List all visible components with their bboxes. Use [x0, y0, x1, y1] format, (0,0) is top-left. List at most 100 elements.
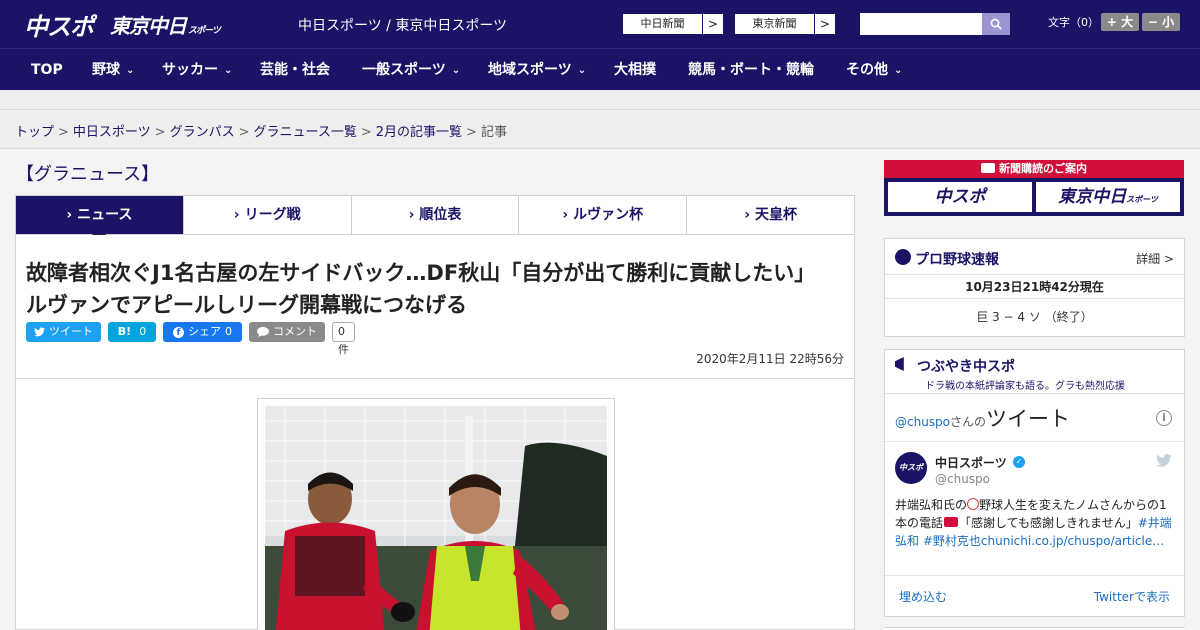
tsubuyaki-subtitle: ドラ戦の本紙評論家も語る。グラも熱烈応援	[925, 381, 1125, 392]
chevron-down-icon: ⌄	[224, 65, 233, 76]
article-card: 故障者相次ぐJ1名古屋の左サイドバック…DF秋山「自分が出て勝利に貢献したい」ル…	[15, 235, 855, 630]
nav-item-others[interactable]: その他 ⌄	[846, 49, 902, 91]
tweet-widget-footer: 埋め込む Twitterで表示	[885, 576, 1184, 616]
chevron-right-icon: >	[707, 17, 719, 31]
tokyo-logo-small: スポーツ	[188, 26, 221, 36]
baseball-emoji-icon	[967, 498, 980, 510]
nav-item-entertainment[interactable]: 芸能・社会	[260, 49, 330, 91]
breadcrumb-link[interactable]: 2月の記事一覧	[376, 125, 462, 140]
tweet-account-handle[interactable]: @chuspo	[935, 472, 990, 486]
search-button[interactable]	[982, 13, 1010, 35]
tweet-item[interactable]: 中スポ 中日スポーツ ✓ @chuspo 井端弘和氏の 野球人生を変えたノムさんか…	[885, 442, 1184, 576]
baseball-icon	[895, 249, 911, 265]
nav-label: その他	[846, 62, 888, 78]
breadcrumb-link[interactable]: トップ	[15, 125, 54, 140]
breadcrumb-separator: >	[154, 125, 166, 140]
twitter-bird-icon	[1156, 454, 1172, 467]
chevron-down-icon: ⌄	[894, 65, 903, 76]
breadcrumb-link[interactable]: グランパス	[170, 125, 235, 140]
nav-item-soccer[interactable]: サッカー ⌄	[162, 49, 232, 91]
tab-label: ルヴァン杯	[573, 207, 644, 223]
tweet-text-part: 井端弘和氏の	[895, 498, 968, 512]
chuspo-logo[interactable]: 中スポ	[24, 6, 94, 42]
tweet-account-name[interactable]: 中日スポーツ	[935, 454, 1007, 471]
tweet-link[interactable]: chunichi.co.jp/chuspo/article…	[981, 534, 1164, 548]
subscribe-tokyo-button[interactable]: 東京中日スポーツ	[1036, 182, 1180, 212]
breadcrumb-separator: >	[58, 125, 69, 140]
section-title: 【グラニュース】	[16, 164, 160, 185]
comment-label: コメント	[273, 325, 317, 338]
tab-levain-cup[interactable]: › ルヴァン杯	[519, 196, 688, 234]
tsubuyaki-header: つぶやき中スポ ドラ戦の本紙評論家も語る。グラも熱烈応援	[885, 350, 1184, 394]
chevron-down-icon: ⌄	[577, 65, 587, 76]
verified-icon: ✓	[1013, 456, 1025, 468]
timeline-handle[interactable]: @chuspo	[895, 415, 950, 429]
nav-label: 一般スポーツ	[362, 62, 446, 78]
ext-link-label: 東京新聞	[735, 14, 815, 34]
tweet-label: ツイート	[49, 325, 93, 338]
site-links[interactable]: 中日スポーツ / 東京中日スポーツ	[298, 15, 507, 35]
nav-label: TOP	[31, 62, 63, 78]
info-icon[interactable]: i	[1156, 410, 1172, 426]
chunichi-shimbun-link[interactable]: 中日新聞 >	[622, 13, 724, 35]
hatena-count: 0	[139, 325, 147, 338]
nav-item-baseball[interactable]: 野球 ⌄	[92, 49, 134, 91]
tab-league[interactable]: › リーグ戦	[184, 196, 352, 234]
embed-link[interactable]: 埋め込む	[899, 588, 947, 605]
tweet-text-part: 「感謝しても感謝しきれません」	[959, 516, 1138, 530]
timeline-tweet-word: ツイート	[986, 407, 1071, 431]
timeline-handle-suffix: さんの	[950, 415, 987, 429]
search-input[interactable]	[860, 13, 982, 35]
tokyo-shimbun-link[interactable]: 東京新聞 >	[734, 13, 836, 35]
chevron-right-icon: ›	[744, 207, 750, 223]
chevron-right-icon: ›	[66, 207, 73, 223]
breadcrumb-separator: >	[238, 125, 250, 140]
speech-bubble-icon	[257, 327, 269, 337]
chevron-right-icon: ›	[562, 207, 569, 223]
tweet-button[interactable]: ツイート	[26, 322, 101, 342]
nav-item-local-sports[interactable]: 地域スポーツ ⌄	[488, 49, 586, 91]
nav-label: 競馬・ボート・競輪	[688, 62, 814, 78]
nav-item-sumo[interactable]: 大相撲	[614, 49, 656, 91]
tab-news[interactable]: › ニュース	[16, 196, 184, 241]
baseball-score[interactable]: 巨 3 − 4 ソ （終了）	[885, 299, 1184, 335]
newspaper-icon	[981, 163, 995, 173]
baseball-card-title: プロ野球速報	[915, 252, 999, 268]
comment-button[interactable]: コメント	[249, 322, 325, 342]
view-on-twitter-link[interactable]: Twitterで表示	[1094, 588, 1170, 605]
article-photo-frame	[257, 398, 615, 630]
facebook-share-button[interactable]: f シェア 0	[163, 322, 242, 342]
nav-item-general-sports[interactable]: 一般スポーツ ⌄	[362, 49, 460, 91]
breadcrumb-link[interactable]: グラニュース一覧	[254, 125, 357, 140]
tab-standings[interactable]: › 順位表	[352, 196, 520, 234]
tweet-widget-header: @chuspoさんのツイート i	[885, 394, 1184, 442]
baseball-detail-link[interactable]: 詳細 >	[1136, 250, 1174, 267]
chevron-right-icon: ›	[408, 207, 415, 223]
breadcrumb: トップ > 中日スポーツ > グランパス > グラニュース一覧 >2月の記事一覧 > 記事	[15, 121, 507, 140]
subscribe-tokyo-text: 東京中日	[1058, 187, 1127, 207]
font-bigger-button[interactable]: + 大	[1101, 13, 1139, 31]
hatena-bookmark-button[interactable]: B! 0	[108, 322, 156, 342]
tab-label: ニュース	[77, 207, 133, 223]
avatar[interactable]: 中スポ	[895, 452, 927, 484]
main-nav: TOP 野球 ⌄ サッカー ⌄ 芸能・社会 一般スポーツ ⌄ 地域スポーツ ⌄ 大相撲 …	[0, 48, 1200, 90]
nav-item-racing[interactable]: 競馬・ボート・競輪	[688, 49, 814, 91]
chevron-right-icon: ›	[233, 207, 240, 223]
subscribe-chuspo-button[interactable]: 中スポ	[888, 182, 1032, 212]
font-size-label: 文字（0）	[1048, 16, 1099, 29]
tokyo-chunichi-logo[interactable]: 東京中日 スポーツ	[110, 6, 221, 42]
article-divider	[16, 378, 854, 379]
article-photo[interactable]	[265, 406, 607, 630]
article-headline: 故障者相次ぐJ1名古屋の左サイドバック…DF秋山「自分が出て勝利に貢献したい」ル…	[26, 261, 816, 317]
font-smaller-button[interactable]: − 小	[1142, 13, 1180, 31]
tab-emperors-cup[interactable]: › 天皇杯	[687, 196, 854, 234]
tweet-hashtag[interactable]: #野村克也	[923, 534, 981, 548]
breadcrumb-current: 記事	[480, 125, 507, 140]
subscription-banner[interactable]: 新聞購読のご案内 中スポ 東京中日スポーツ	[884, 160, 1184, 216]
article-date: 2020年2月11日 22時56分	[696, 352, 844, 366]
nav-item-top[interactable]: TOP	[31, 49, 63, 91]
ext-link-label: 中日新聞	[623, 14, 703, 34]
breadcrumb-link[interactable]: 中日スポーツ	[73, 125, 151, 140]
subscribe-tokyo-small: スポーツ	[1126, 195, 1158, 204]
section-tabs: › ニュース › リーグ戦 › 順位表 › ルヴァン杯 › 天皇杯	[15, 195, 855, 241]
